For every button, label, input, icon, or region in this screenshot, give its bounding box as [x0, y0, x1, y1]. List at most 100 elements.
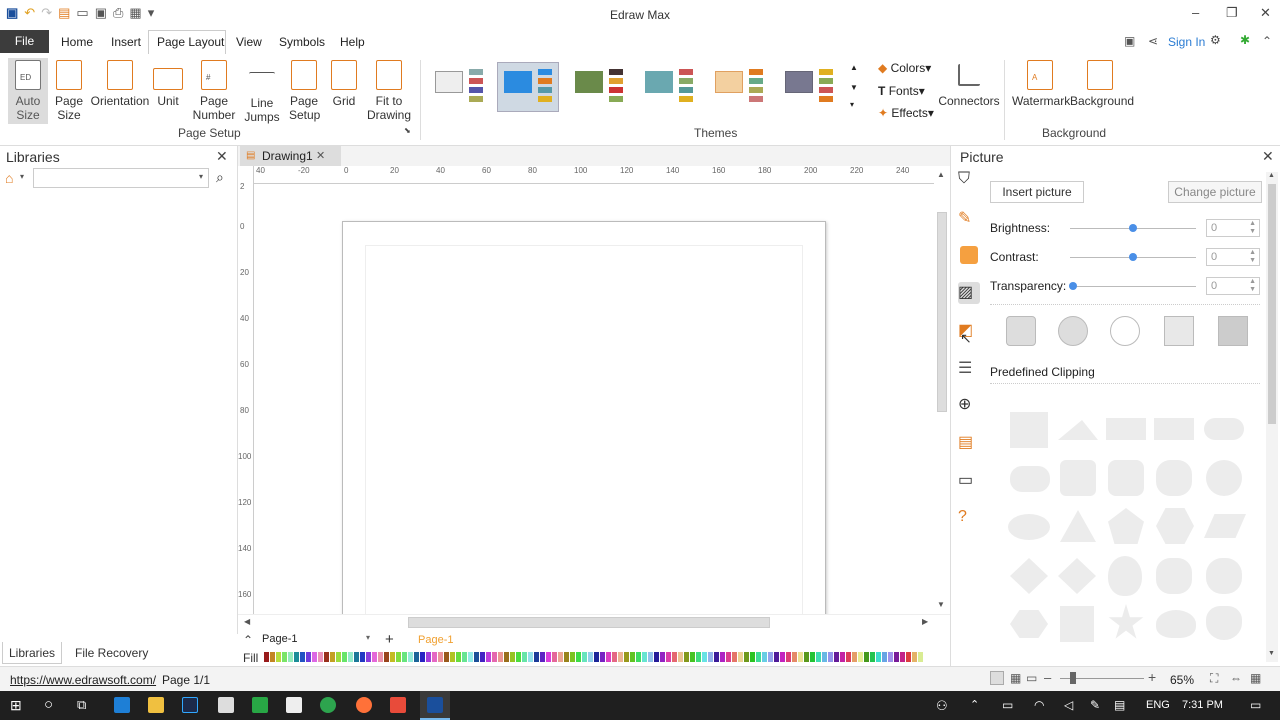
color-swatch[interactable]	[450, 652, 455, 662]
color-swatch[interactable]	[762, 652, 767, 662]
connectors-button[interactable]: Connectors	[938, 60, 1000, 108]
page-setup-button[interactable]: Page Setup	[288, 60, 320, 122]
color-swatch[interactable]	[342, 652, 347, 662]
fit-to-drawing-button[interactable]: Fit to Drawing	[366, 60, 412, 122]
color-swatch[interactable]	[678, 652, 683, 662]
cortana-icon[interactable]: ○	[44, 696, 53, 713]
menu-home[interactable]: Home	[61, 35, 93, 49]
theme-4[interactable]	[638, 62, 700, 112]
colors-button[interactable]: ◆ Colors▾	[878, 61, 931, 75]
color-swatch[interactable]	[648, 652, 653, 662]
fonts-button[interactable]: T Fonts▾	[878, 84, 925, 98]
menu-help[interactable]: Help	[340, 35, 365, 49]
page-number-button[interactable]: # Page Number	[190, 60, 238, 122]
hyperlink-tool-icon[interactable]: ⊕	[958, 394, 980, 416]
color-swatch[interactable]	[768, 652, 773, 662]
color-swatch[interactable]	[906, 652, 911, 662]
color-swatch[interactable]	[846, 652, 851, 662]
comment-tool-icon[interactable]: ▭	[958, 470, 980, 492]
clip-shape-rounded[interactable]	[1010, 466, 1050, 492]
color-swatch[interactable]	[522, 652, 527, 662]
color-swatch[interactable]	[798, 652, 803, 662]
color-swatch[interactable]	[738, 652, 743, 662]
color-swatch[interactable]	[714, 652, 719, 662]
brightness-slider-knob[interactable]	[1129, 224, 1137, 232]
color-swatch[interactable]	[468, 652, 473, 662]
panel-scroll-down-icon[interactable]: ▼	[1268, 650, 1275, 657]
color-swatch[interactable]	[324, 652, 329, 662]
scroll-up-icon[interactable]: ▲	[937, 170, 945, 179]
color-swatch[interactable]	[330, 652, 335, 662]
clip-shape-rounded-square-2[interactable]	[1108, 460, 1144, 496]
themes-scroll-down-icon[interactable]: ▼	[850, 83, 858, 92]
color-swatch[interactable]	[834, 652, 839, 662]
clip-shape-egg[interactable]	[1108, 556, 1142, 596]
color-swatch[interactable]	[300, 652, 305, 662]
color-swatch[interactable]	[408, 652, 413, 662]
brightness-input[interactable]: 0 ▲ ▼	[1206, 219, 1260, 237]
contrast-slider-knob[interactable]	[1129, 253, 1137, 261]
color-swatch[interactable]	[420, 652, 425, 662]
color-swatch[interactable]	[876, 652, 881, 662]
minimize-icon[interactable]: –	[1192, 5, 1199, 20]
windows-start-icon[interactable]: ⊞	[10, 697, 22, 714]
color-swatch[interactable]	[918, 652, 923, 662]
app-green-icon[interactable]	[252, 697, 268, 713]
search-icon[interactable]: ⌕	[216, 169, 224, 186]
clock[interactable]: 7:31 PM	[1182, 699, 1223, 711]
properties-tool-icon[interactable]: ☰	[958, 358, 980, 380]
horizontal-scrollbar[interactable]: ◀ ▶	[238, 614, 950, 630]
color-swatch[interactable]	[588, 652, 593, 662]
settings-icon[interactable]: ⚙	[1210, 33, 1221, 47]
color-swatch[interactable]	[456, 652, 461, 662]
color-swatch[interactable]	[396, 652, 401, 662]
close-icon[interactable]: ✕	[1260, 5, 1271, 21]
page-bar-collapse-icon[interactable]: ⌃	[243, 633, 253, 647]
libraries-close-icon[interactable]: ✕	[216, 148, 228, 165]
clip-shape-rect[interactable]	[1106, 418, 1146, 440]
note-tool-icon[interactable]: ▤	[958, 432, 980, 454]
theme-5[interactable]	[708, 62, 770, 112]
mail-icon[interactable]	[218, 697, 234, 713]
color-swatch[interactable]	[390, 652, 395, 662]
color-swatch[interactable]	[840, 652, 845, 662]
grid-button[interactable]: Grid	[328, 60, 360, 108]
color-swatch[interactable]	[600, 652, 605, 662]
clip-shape-cloud[interactable]	[1156, 610, 1196, 638]
color-swatch[interactable]	[462, 652, 467, 662]
color-swatch[interactable]	[576, 652, 581, 662]
file-explorer-icon[interactable]	[148, 697, 164, 713]
tray-expand-icon[interactable]: ⌃	[970, 698, 979, 711]
color-swatch[interactable]	[516, 652, 521, 662]
auto-size-button[interactable]: ED Auto Size	[10, 60, 46, 122]
line-jumps-button[interactable]: Line Jumps	[242, 60, 282, 124]
color-swatch[interactable]	[618, 652, 623, 662]
color-swatch[interactable]	[750, 652, 755, 662]
fit-width-icon[interactable]: ⇔	[1230, 671, 1242, 685]
color-swatch[interactable]	[534, 652, 539, 662]
color-swatch[interactable]	[912, 652, 917, 662]
photoshop-icon[interactable]	[182, 697, 198, 713]
color-swatch[interactable]	[546, 652, 551, 662]
color-swatch[interactable]	[498, 652, 503, 662]
clip-shape-flower[interactable]	[1206, 558, 1242, 594]
color-swatch[interactable]	[492, 652, 497, 662]
vertical-scroll-thumb[interactable]	[937, 212, 947, 412]
panel-scroll-thumb[interactable]	[1268, 184, 1276, 424]
color-swatch[interactable]	[864, 652, 869, 662]
color-swatch[interactable]	[414, 652, 419, 662]
clip-shape-badge[interactable]	[1156, 558, 1192, 594]
page-tab[interactable]: Page-1	[418, 634, 453, 646]
color-swatch[interactable]	[672, 652, 677, 662]
color-swatch[interactable]	[786, 652, 791, 662]
contrast-input[interactable]: 0 ▲ ▼	[1206, 248, 1260, 266]
color-swatch[interactable]	[558, 652, 563, 662]
clip-style-4[interactable]	[1164, 316, 1194, 346]
task-view-icon[interactable]: ⧉	[77, 697, 86, 713]
share-icon[interactable]: ⋖	[1148, 34, 1158, 48]
color-swatch[interactable]	[732, 652, 737, 662]
color-swatch[interactable]	[438, 652, 443, 662]
help-icon[interactable]: ?	[958, 508, 980, 530]
clip-shape-pill[interactable]	[1204, 418, 1244, 440]
color-swatch[interactable]	[780, 652, 785, 662]
